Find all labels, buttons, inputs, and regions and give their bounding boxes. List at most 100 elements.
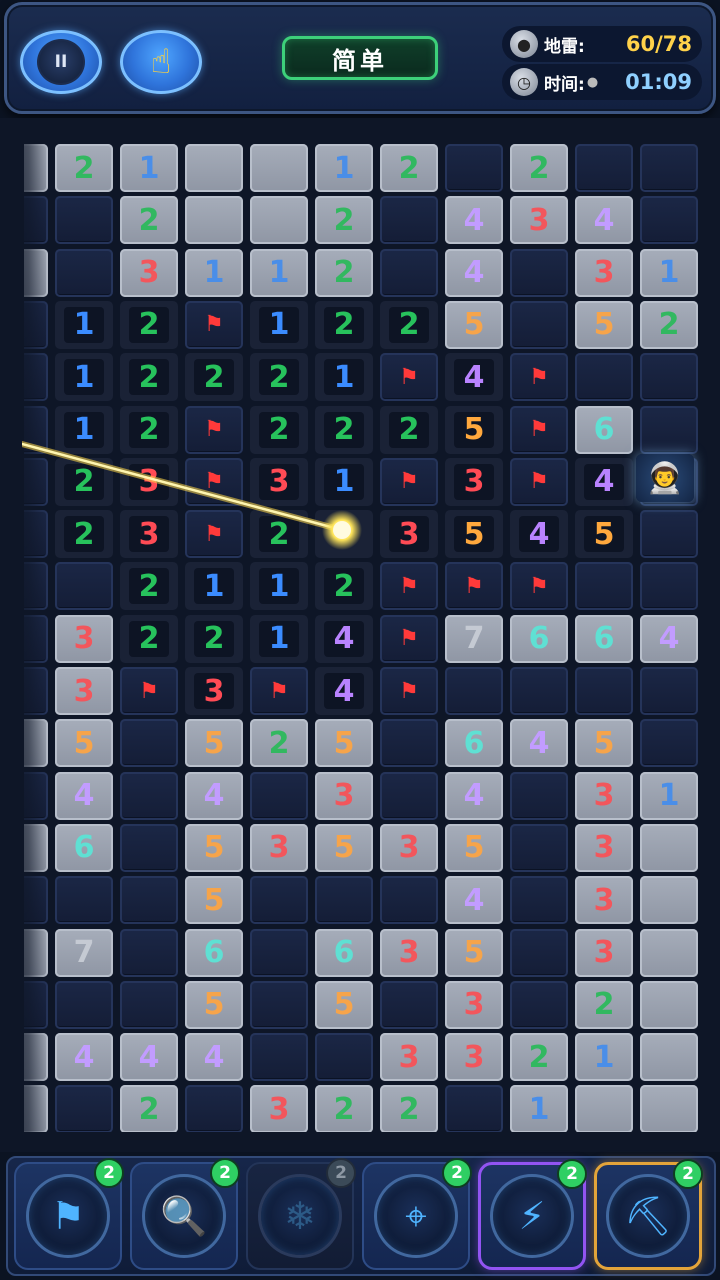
covered-cell[interactable] (55, 980, 113, 1029)
covered-cell[interactable] (55, 1085, 113, 1132)
covered-cell[interactable] (24, 562, 48, 611)
pause-button[interactable]: II (20, 30, 102, 94)
laser-target-cell[interactable] (315, 510, 373, 559)
covered-cell[interactable] (24, 405, 48, 454)
magnifier-tool[interactable]: 🔍 2 (130, 1158, 240, 1270)
covered-cell[interactable] (640, 144, 698, 192)
covered-cell[interactable] (24, 196, 48, 245)
covered-cell[interactable] (445, 144, 503, 192)
cell-number: 2 (138, 202, 160, 238)
covered-cell[interactable] (380, 980, 438, 1029)
covered-cell[interactable] (380, 771, 438, 820)
shovel-tool[interactable]: ⛏ 2 (594, 1159, 703, 1270)
flag-icon[interactable]: ⚑ (185, 510, 243, 559)
flag-icon[interactable]: ⚑ (250, 667, 308, 715)
covered-cell[interactable] (120, 719, 178, 768)
covered-cell[interactable] (510, 248, 568, 297)
flag-icon[interactable]: ⚑ (380, 457, 438, 506)
covered-cell[interactable] (510, 667, 568, 715)
covered-cell[interactable] (24, 510, 48, 559)
covered-cell[interactable] (315, 876, 373, 925)
covered-cell[interactable] (510, 928, 568, 977)
covered-cell[interactable] (575, 144, 633, 192)
covered-cell[interactable] (120, 928, 178, 977)
covered-cell[interactable] (24, 771, 48, 820)
covered-cell[interactable] (380, 876, 438, 925)
covered-cell[interactable] (250, 1033, 308, 1082)
covered-cell[interactable] (250, 928, 308, 977)
number-cell: 2 (640, 300, 698, 349)
number-cell: 1 (315, 144, 373, 192)
number-cell: 4 (120, 1033, 178, 1082)
covered-cell[interactable] (55, 876, 113, 925)
covered-cell[interactable] (640, 510, 698, 559)
flag-icon[interactable]: ⚑ (185, 300, 243, 349)
flag-icon[interactable]: ⚑ (380, 353, 438, 402)
covered-cell[interactable] (380, 248, 438, 297)
covered-cell[interactable] (120, 823, 178, 872)
flag-icon[interactable]: ⚑ (380, 614, 438, 663)
freeze-tool[interactable]: ❄ 2 (246, 1158, 356, 1270)
flag-icon[interactable]: ⚑ (445, 562, 503, 611)
covered-cell[interactable] (640, 353, 698, 402)
flag-icon[interactable]: ⚑ (510, 405, 568, 454)
flag-icon[interactable]: ⚑ (380, 667, 438, 715)
cell-number: 2 (73, 464, 95, 500)
covered-cell[interactable] (250, 771, 308, 820)
covered-cell[interactable] (380, 719, 438, 768)
flag-icon[interactable]: ⚑ (120, 667, 178, 715)
covered-cell[interactable] (640, 196, 698, 245)
covered-cell[interactable] (640, 405, 698, 454)
lightning-tool[interactable]: ⚡ 2 (478, 1159, 587, 1270)
covered-cell[interactable] (510, 823, 568, 872)
covered-cell[interactable] (55, 196, 113, 245)
covered-cell[interactable] (120, 876, 178, 925)
covered-cell[interactable] (640, 562, 698, 611)
covered-cell[interactable] (445, 667, 503, 715)
covered-cell[interactable] (640, 667, 698, 715)
covered-cell[interactable] (24, 876, 48, 925)
covered-cell[interactable] (24, 667, 48, 715)
covered-cell[interactable] (55, 562, 113, 611)
flag-icon[interactable]: ⚑ (510, 353, 568, 402)
covered-cell[interactable] (120, 771, 178, 820)
covered-cell[interactable] (510, 771, 568, 820)
cell-number: 2 (138, 1091, 160, 1127)
cell-number: 6 (463, 725, 485, 761)
hint-hand-button[interactable]: ☝ (120, 30, 202, 94)
covered-cell[interactable] (24, 300, 48, 349)
covered-cell[interactable] (445, 1085, 503, 1132)
cell-number: 3 (463, 987, 485, 1023)
covered-cell[interactable] (185, 1085, 243, 1132)
flag-icon[interactable]: ⚑ (510, 457, 568, 506)
flag-tool[interactable]: ⚑ 2 (14, 1158, 124, 1270)
covered-cell[interactable] (24, 980, 48, 1029)
covered-cell[interactable] (120, 980, 178, 1029)
covered-cell[interactable] (575, 562, 633, 611)
covered-cell[interactable] (575, 353, 633, 402)
cell-number: 4 (73, 778, 95, 814)
target-tool[interactable]: ⌖ 2 (362, 1158, 472, 1270)
number-cell: 4 (445, 876, 503, 925)
covered-cell[interactable] (640, 719, 698, 768)
covered-cell[interactable] (55, 248, 113, 297)
covered-cell[interactable] (575, 667, 633, 715)
flag-icon[interactable]: ⚑ (510, 562, 568, 611)
covered-cell[interactable] (510, 876, 568, 925)
covered-cell[interactable] (250, 980, 308, 1029)
number-cell: 4 (445, 196, 503, 245)
flag-icon[interactable]: ⚑ (185, 457, 243, 506)
covered-cell[interactable] (510, 980, 568, 1029)
flag-icon[interactable]: ⚑ (185, 405, 243, 454)
covered-cell[interactable] (24, 614, 48, 663)
flag-icon[interactable]: ⚑ (380, 562, 438, 611)
covered-cell[interactable] (510, 300, 568, 349)
covered-cell[interactable] (315, 1033, 373, 1082)
cell-number: 3 (268, 1091, 290, 1127)
covered-cell[interactable] (250, 876, 308, 925)
covered-cell[interactable] (380, 196, 438, 245)
covered-cell[interactable] (24, 457, 48, 506)
covered-cell[interactable] (24, 353, 48, 402)
cell-number: 2 (333, 412, 355, 447)
cell-number: 6 (593, 412, 615, 447)
